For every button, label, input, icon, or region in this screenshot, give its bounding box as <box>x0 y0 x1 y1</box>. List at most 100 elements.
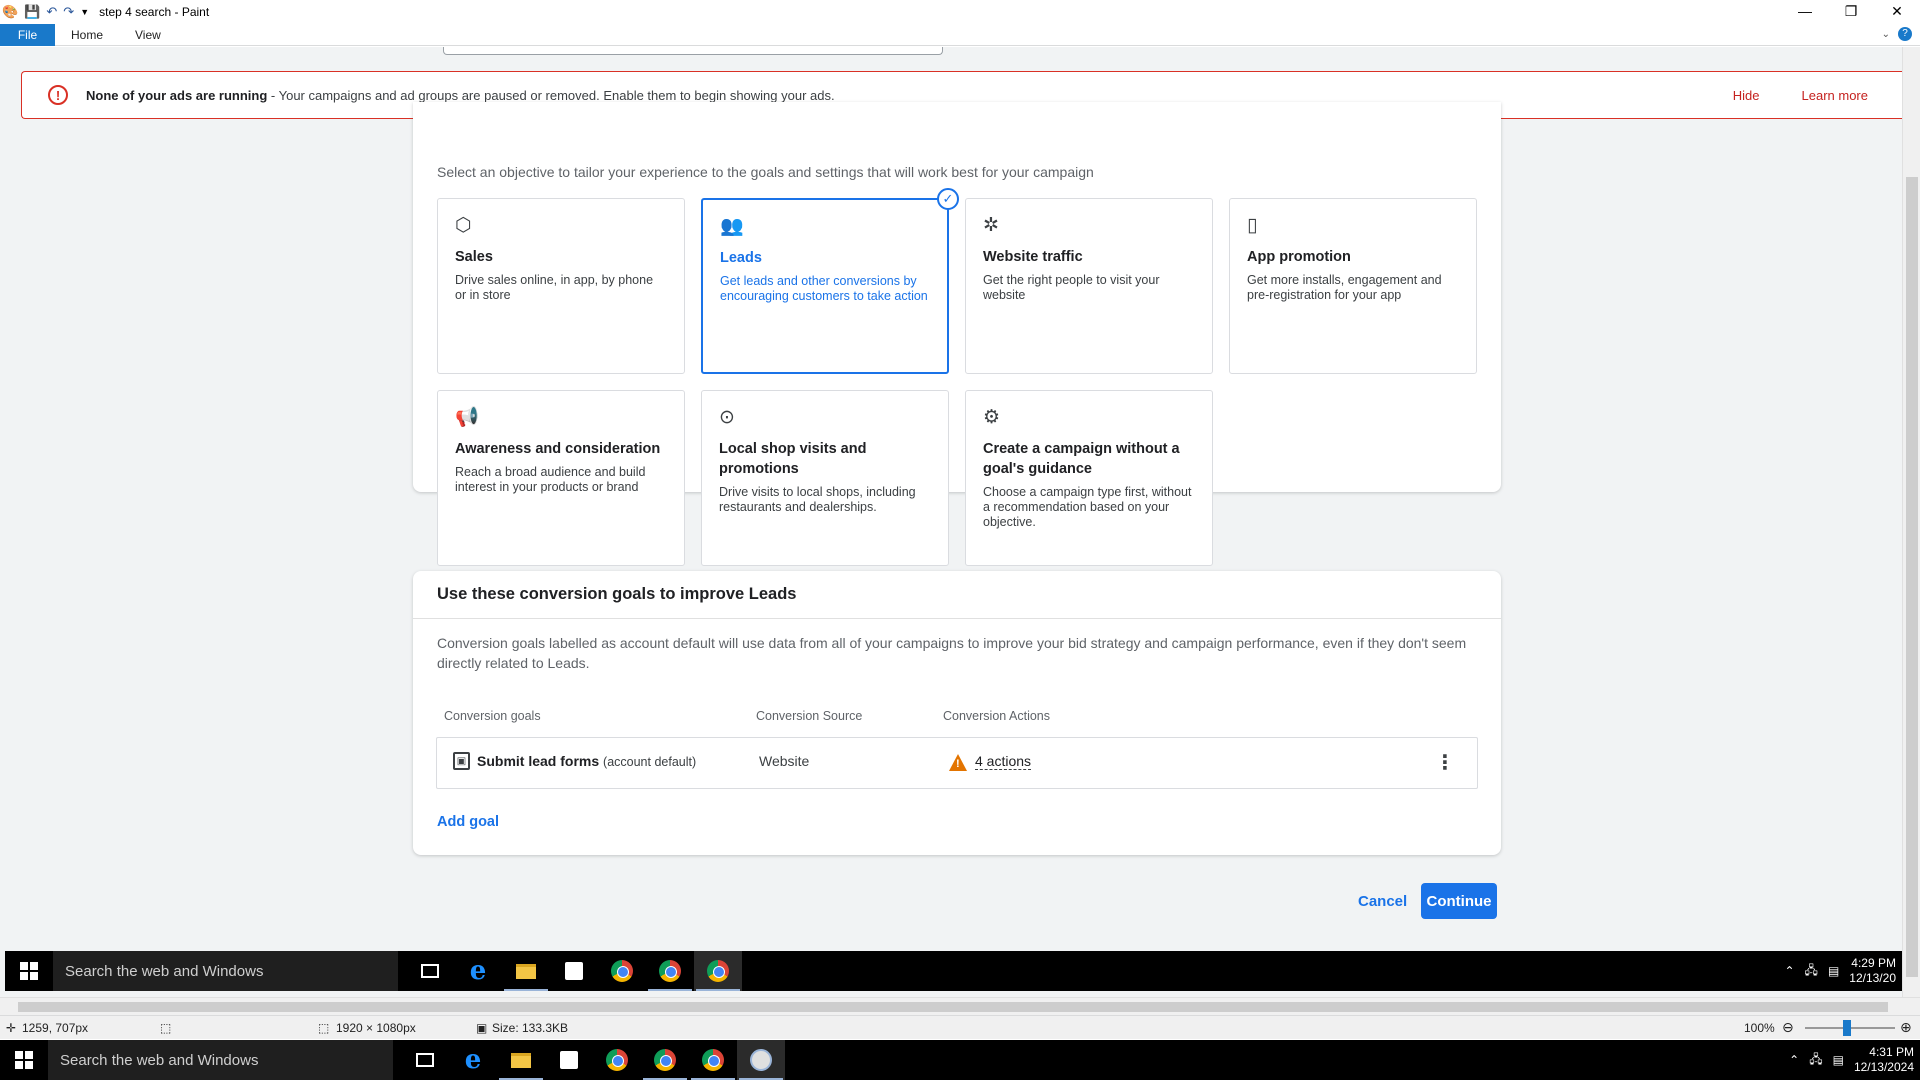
chrome-active-icon <box>694 951 742 991</box>
cancel-button[interactable]: Cancel <box>1358 893 1407 910</box>
hide-link[interactable]: Hide <box>1733 88 1760 103</box>
alert-text: None of your ads are running - Your camp… <box>86 88 835 103</box>
megaphone-icon: 📢 <box>455 407 479 428</box>
conversion-heading: Use these conversion goals to improve Le… <box>413 571 1501 619</box>
objective-sales[interactable]: ⬡ Sales Drive sales online, in app, by p… <box>437 198 685 374</box>
customize-dropdown-icon[interactable]: ▼ <box>80 7 89 17</box>
objective-desc: Choose a campaign type first, without a … <box>983 485 1192 529</box>
restore-button[interactable]: ❐ <box>1828 0 1874 22</box>
objective-app-promotion[interactable]: ▯ App promotion Get more installs, engag… <box>1229 198 1477 374</box>
objective-desc: Get the right people to visit your websi… <box>983 273 1160 302</box>
vertical-scrollbar[interactable] <box>1902 47 1920 999</box>
title-bar: 🎨 💾 ↶ ↷ ▼ step 4 search - Paint — ❐ ✕ <box>0 0 1920 24</box>
task-view-icon <box>406 951 454 991</box>
redo-icon[interactable]: ↷ <box>63 4 74 20</box>
undo-icon[interactable]: ↶ <box>46 4 57 20</box>
cursor-position: 1259, 707px <box>22 1021 89 1035</box>
objective-no-goal-guidance[interactable]: ⚙ Create a campaign without a goal's gui… <box>965 390 1213 566</box>
more-options-icon[interactable]: ⋮ <box>1435 750 1455 775</box>
task-view-button[interactable] <box>401 1040 449 1080</box>
network-icon[interactable]: 🖧 <box>1809 1050 1822 1071</box>
store-button[interactable] <box>545 1040 593 1080</box>
tab-file[interactable]: File <box>0 23 55 46</box>
edge-button[interactable]: e <box>449 1040 497 1080</box>
goal-name: Submit lead forms (account default) <box>477 753 696 769</box>
selection-size-icon: ⬚ <box>160 1021 172 1035</box>
objective-name: Awareness and consideration <box>455 441 661 457</box>
ribbon-tabs: File Home View ⌄ ? <box>0 23 1920 46</box>
objective-name: Create a campaign without a goal's guida… <box>983 441 1180 477</box>
objective-name: Leads <box>720 250 762 266</box>
close-button[interactable]: ✕ <box>1874 0 1920 22</box>
objective-leads[interactable]: 👥 Leads Get leads and other conversions … <box>701 188 959 374</box>
clock[interactable]: 4:31 PM 12/13/2024 <box>1854 1045 1914 1075</box>
add-goal-button[interactable]: Add goal <box>437 814 499 830</box>
paint-taskbar-button[interactable] <box>737 1040 785 1080</box>
selected-check-icon: ✓ <box>937 188 959 210</box>
cursor-position-icon: ✛ <box>6 1021 17 1035</box>
objective-desc: Reach a broad audience and build interes… <box>455 465 646 494</box>
save-icon[interactable]: 💾 <box>24 4 40 20</box>
tab-home[interactable]: Home <box>55 24 119 46</box>
chrome-button[interactable] <box>593 1040 641 1080</box>
objective-website-traffic[interactable]: ✲ Website traffic Get the right people t… <box>965 198 1213 374</box>
col-conversion-actions: Conversion Actions <box>943 709 1051 723</box>
taskbar-search-box[interactable]: Search the web and Windows <box>48 1040 393 1080</box>
objective-name: Sales <box>455 249 493 265</box>
error-icon: ! <box>48 85 68 105</box>
chrome-icon <box>702 1049 724 1071</box>
vertical-scroll-thumb[interactable] <box>1906 177 1918 977</box>
chrome-profile-button[interactable] <box>641 1040 689 1080</box>
zoom-slider-thumb[interactable] <box>1843 1020 1851 1036</box>
windows-logo-icon <box>20 962 38 980</box>
phone-icon: ▯ <box>1247 215 1258 236</box>
horizontal-scrollbar[interactable] <box>0 997 1920 1015</box>
store-icon <box>550 951 598 991</box>
warning-icon: ! <box>949 754 967 771</box>
paint-window: 🎨 💾 ↶ ↷ ▼ step 4 search - Paint — ❐ ✕ Fi… <box>0 0 1920 1080</box>
learn-more-link[interactable]: Learn more <box>1802 88 1868 103</box>
file-explorer-button[interactable] <box>497 1040 545 1080</box>
continue-button[interactable]: Continue <box>1421 883 1497 919</box>
goal-source: Website <box>759 753 810 769</box>
col-conversion-source: Conversion Source <box>756 709 863 723</box>
system-tray: ⌃ 🖧 ▤ 4:31 PM 12/13/2024 <box>1789 1040 1914 1080</box>
notification-icon[interactable]: ▤ <box>1833 1053 1844 1067</box>
captured-search-box <box>443 47 943 55</box>
paint-canvas[interactable]: ! None of your ads are running - Your ca… <box>0 47 1902 997</box>
clock-date: 12/13/2024 <box>1853 1060 1914 1074</box>
alert-title: None of your ads are running <box>86 87 268 103</box>
system-tray: ⌃ 🖧 ▤ 4:29 PM 12/13/20 <box>1784 951 1896 991</box>
zoom-out-icon[interactable]: ⊖ <box>1782 1019 1794 1036</box>
help-icon[interactable]: ? <box>1898 27 1912 41</box>
objective-local-shop-visits[interactable]: ⊙ Local shop visits and promotions Drive… <box>701 390 949 566</box>
lead-form-icon: ▣ <box>453 752 470 770</box>
edge-icon: e <box>469 956 487 986</box>
objective-subtitle: Select an objective to tailor your exper… <box>437 164 1094 180</box>
tag-icon: ⬡ <box>455 215 472 236</box>
goal-default-label: (account default) <box>603 755 697 769</box>
tray-chevron-icon[interactable]: ⌃ <box>1789 1053 1799 1067</box>
start-button[interactable] <box>0 1040 48 1080</box>
horizontal-scroll-thumb[interactable] <box>18 1002 1888 1012</box>
objective-name: Website traffic <box>983 249 1083 265</box>
objective-card: Select an objective to tailor your exper… <box>413 102 1501 566</box>
table-row: ▣ Submit lead forms (account default) We… <box>436 737 1478 789</box>
minimize-button[interactable]: — <box>1782 0 1828 22</box>
conversion-goals-card: Use these conversion goals to improve Le… <box>413 571 1501 855</box>
windows-logo-icon <box>15 1051 33 1069</box>
start-button <box>5 951 53 991</box>
clock: 4:29 PM 12/13/20 <box>1849 956 1896 986</box>
image-dimensions: 1920 × 1080px <box>336 1021 416 1035</box>
chrome-second-button[interactable] <box>689 1040 737 1080</box>
status-bar: ✛ 1259, 707px ⬚ ⬚ 1920 × 1080px ▣ Size: … <box>0 1015 1920 1039</box>
goal-actions-link[interactable]: 4 actions <box>975 753 1032 770</box>
zoom-in-icon[interactable]: ⊕ <box>1900 1019 1912 1036</box>
file-size-icon: ▣ <box>476 1021 488 1035</box>
objective-name: Local shop visits and promotions <box>719 441 867 477</box>
objective-awareness[interactable]: 📢 Awareness and consideration Reach a br… <box>437 390 685 566</box>
chrome-profile-icon <box>646 951 694 991</box>
tab-view[interactable]: View <box>119 24 177 46</box>
image-dimensions-icon: ⬚ <box>318 1021 330 1035</box>
ribbon-collapse-icon[interactable]: ⌄ <box>1882 29 1890 40</box>
